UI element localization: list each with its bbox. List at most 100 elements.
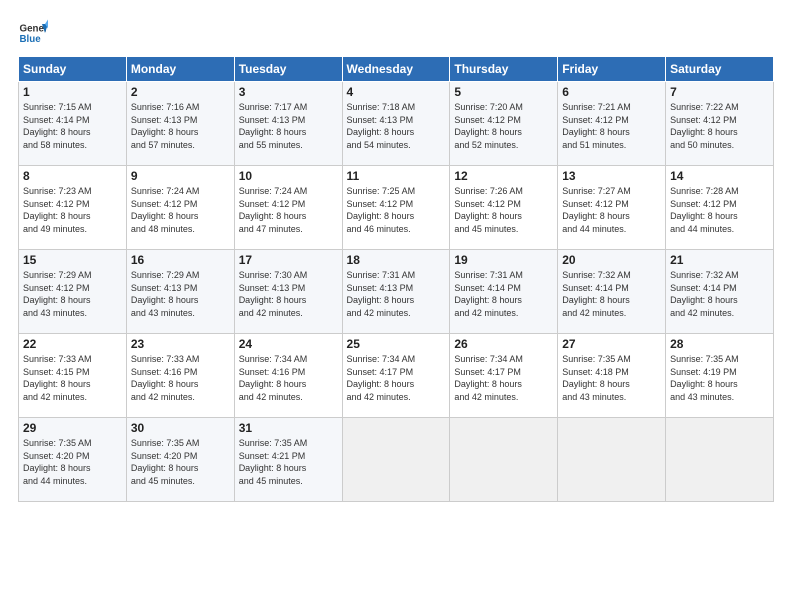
calendar-cell (450, 418, 558, 502)
week-row-1: 8 Sunrise: 7:23 AMSunset: 4:12 PMDaylight… (19, 166, 774, 250)
cell-info: Sunrise: 7:35 AMSunset: 4:20 PMDaylight:… (23, 437, 122, 487)
calendar-cell: 26 Sunrise: 7:34 AMSunset: 4:17 PMDayligh… (450, 334, 558, 418)
day-number: 11 (347, 169, 446, 183)
cell-info: Sunrise: 7:29 AMSunset: 4:12 PMDaylight:… (23, 269, 122, 319)
calendar-cell: 17Sunrise: 7:30 AMSunset: 4:13 PMDayligh… (234, 250, 342, 334)
calendar-cell: 5 Sunrise: 7:20 AMSunset: 4:12 PMDaylight… (450, 82, 558, 166)
week-row-2: 15Sunrise: 7:29 AMSunset: 4:12 PMDayligh… (19, 250, 774, 334)
header-row: SundayMondayTuesdayWednesdayThursdayFrid… (19, 57, 774, 82)
cell-info: Sunrise: 7:35 AMSunset: 4:18 PMDaylight:… (562, 353, 661, 403)
day-number: 17 (239, 253, 338, 267)
cell-info: Sunrise: 7:32 AMSunset: 4:14 PMDaylight:… (562, 269, 661, 319)
calendar-cell: 12Sunrise: 7:26 AMSunset: 4:12 PMDayligh… (450, 166, 558, 250)
cell-info: Sunrise: 7:34 AMSunset: 4:17 PMDaylight:… (347, 353, 446, 403)
calendar-cell: 29 Sunrise: 7:35 AMSunset: 4:20 PMDayligh… (19, 418, 127, 502)
day-number: 26 (454, 337, 553, 351)
cell-info: Sunrise: 7:34 AMSunset: 4:16 PMDaylight:… (239, 353, 338, 403)
cell-info: Sunrise: 7:35 AMSunset: 4:20 PMDaylight:… (131, 437, 230, 487)
day-number: 27 (562, 337, 661, 351)
week-row-3: 22Sunrise: 7:33 AMSunset: 4:15 PMDayligh… (19, 334, 774, 418)
day-number: 5 (454, 85, 553, 99)
calendar-cell: 15Sunrise: 7:29 AMSunset: 4:12 PMDayligh… (19, 250, 127, 334)
calendar-cell: 28 Sunrise: 7:35 AMSunset: 4:19 PMDayligh… (666, 334, 774, 418)
day-number: 31 (239, 421, 338, 435)
day-number: 18 (347, 253, 446, 267)
cell-info: Sunrise: 7:21 AMSunset: 4:12 PMDaylight:… (562, 101, 661, 151)
calendar-table: SundayMondayTuesdayWednesdayThursdayFrid… (18, 56, 774, 502)
day-number: 7 (670, 85, 769, 99)
cell-info: Sunrise: 7:23 AMSunset: 4:12 PMDaylight:… (23, 185, 122, 235)
day-number: 14 (670, 169, 769, 183)
day-number: 21 (670, 253, 769, 267)
calendar-cell: 6 Sunrise: 7:21 AMSunset: 4:12 PMDaylight… (558, 82, 666, 166)
day-number: 6 (562, 85, 661, 99)
day-number: 1 (23, 85, 122, 99)
day-number: 29 (23, 421, 122, 435)
general-blue-logo-icon: General Blue (18, 18, 48, 48)
cell-info: Sunrise: 7:22 AMSunset: 4:12 PMDaylight:… (670, 101, 769, 151)
day-number: 25 (347, 337, 446, 351)
cell-info: Sunrise: 7:35 AMSunset: 4:21 PMDaylight:… (239, 437, 338, 487)
header-wednesday: Wednesday (342, 57, 450, 82)
calendar-cell: 4 Sunrise: 7:18 AMSunset: 4:13 PMDaylight… (342, 82, 450, 166)
calendar-cell: 30 Sunrise: 7:35 AMSunset: 4:20 PMDayligh… (126, 418, 234, 502)
calendar-cell: 8 Sunrise: 7:23 AMSunset: 4:12 PMDaylight… (19, 166, 127, 250)
calendar-cell: 1 Sunrise: 7:15 AMSunset: 4:14 PMDaylight… (19, 82, 127, 166)
cell-info: Sunrise: 7:24 AMSunset: 4:12 PMDaylight:… (239, 185, 338, 235)
cell-info: Sunrise: 7:24 AMSunset: 4:12 PMDaylight:… (131, 185, 230, 235)
cell-info: Sunrise: 7:27 AMSunset: 4:12 PMDaylight:… (562, 185, 661, 235)
calendar-cell: 18 Sunrise: 7:31 AMSunset: 4:13 PMDayligh… (342, 250, 450, 334)
calendar-cell: 20 Sunrise: 7:32 AMSunset: 4:14 PMDayligh… (558, 250, 666, 334)
calendar-cell: 11 Sunrise: 7:25 AMSunset: 4:12 PMDayligh… (342, 166, 450, 250)
header-tuesday: Tuesday (234, 57, 342, 82)
cell-info: Sunrise: 7:18 AMSunset: 4:13 PMDaylight:… (347, 101, 446, 151)
day-number: 16 (131, 253, 230, 267)
svg-text:Blue: Blue (20, 34, 42, 45)
day-number: 2 (131, 85, 230, 99)
day-number: 20 (562, 253, 661, 267)
day-number: 9 (131, 169, 230, 183)
cell-info: Sunrise: 7:16 AMSunset: 4:13 PMDaylight:… (131, 101, 230, 151)
day-number: 4 (347, 85, 446, 99)
calendar-cell: 27 Sunrise: 7:35 AMSunset: 4:18 PMDayligh… (558, 334, 666, 418)
cell-info: Sunrise: 7:34 AMSunset: 4:17 PMDaylight:… (454, 353, 553, 403)
calendar-cell: 3Sunrise: 7:17 AMSunset: 4:13 PMDaylight… (234, 82, 342, 166)
header-saturday: Saturday (666, 57, 774, 82)
cell-info: Sunrise: 7:31 AMSunset: 4:14 PMDaylight:… (454, 269, 553, 319)
header-thursday: Thursday (450, 57, 558, 82)
cell-info: Sunrise: 7:28 AMSunset: 4:12 PMDaylight:… (670, 185, 769, 235)
calendar-cell: 14 Sunrise: 7:28 AMSunset: 4:12 PMDayligh… (666, 166, 774, 250)
day-number: 23 (131, 337, 230, 351)
header-sunday: Sunday (19, 57, 127, 82)
day-number: 24 (239, 337, 338, 351)
day-number: 8 (23, 169, 122, 183)
calendar-cell: 22Sunrise: 7:33 AMSunset: 4:15 PMDayligh… (19, 334, 127, 418)
day-number: 3 (239, 85, 338, 99)
cell-info: Sunrise: 7:31 AMSunset: 4:13 PMDaylight:… (347, 269, 446, 319)
calendar-cell: 10Sunrise: 7:24 AMSunset: 4:12 PMDayligh… (234, 166, 342, 250)
cell-info: Sunrise: 7:20 AMSunset: 4:12 PMDaylight:… (454, 101, 553, 151)
calendar-cell: 25 Sunrise: 7:34 AMSunset: 4:17 PMDayligh… (342, 334, 450, 418)
cell-info: Sunrise: 7:33 AMSunset: 4:16 PMDaylight:… (131, 353, 230, 403)
day-number: 30 (131, 421, 230, 435)
cell-info: Sunrise: 7:35 AMSunset: 4:19 PMDaylight:… (670, 353, 769, 403)
cell-info: Sunrise: 7:25 AMSunset: 4:12 PMDaylight:… (347, 185, 446, 235)
calendar-cell: 9 Sunrise: 7:24 AMSunset: 4:12 PMDaylight… (126, 166, 234, 250)
cell-info: Sunrise: 7:33 AMSunset: 4:15 PMDaylight:… (23, 353, 122, 403)
cell-info: Sunrise: 7:15 AMSunset: 4:14 PMDaylight:… (23, 101, 122, 151)
header: General Blue (18, 18, 774, 48)
calendar-cell: 19 Sunrise: 7:31 AMSunset: 4:14 PMDayligh… (450, 250, 558, 334)
logo: General Blue (18, 18, 48, 48)
page: General Blue SundayMondayTuesdayWednesda… (0, 0, 792, 612)
cell-info: Sunrise: 7:26 AMSunset: 4:12 PMDaylight:… (454, 185, 553, 235)
calendar-cell (666, 418, 774, 502)
day-number: 28 (670, 337, 769, 351)
day-number: 13 (562, 169, 661, 183)
calendar-cell: 24 Sunrise: 7:34 AMSunset: 4:16 PMDayligh… (234, 334, 342, 418)
cell-info: Sunrise: 7:32 AMSunset: 4:14 PMDaylight:… (670, 269, 769, 319)
calendar-cell: 31 Sunrise: 7:35 AMSunset: 4:21 PMDayligh… (234, 418, 342, 502)
header-monday: Monday (126, 57, 234, 82)
week-row-4: 29 Sunrise: 7:35 AMSunset: 4:20 PMDayligh… (19, 418, 774, 502)
day-number: 19 (454, 253, 553, 267)
calendar-cell: 7 Sunrise: 7:22 AMSunset: 4:12 PMDaylight… (666, 82, 774, 166)
